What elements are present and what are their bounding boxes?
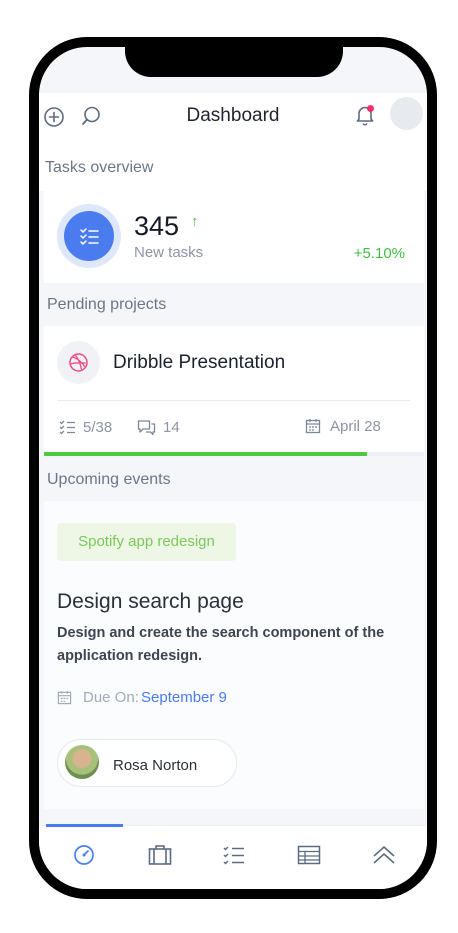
briefcase-icon[interactable]	[148, 844, 172, 866]
tasks-ratio: 5/38	[83, 419, 113, 436]
notification-badge	[367, 105, 374, 112]
project-due-date: April 28	[330, 418, 381, 435]
project-name: Dribble Presentation	[113, 352, 286, 373]
active-tab-indicator	[46, 824, 123, 827]
event-title: Design search page	[57, 590, 244, 613]
event-tag[interactable]: Spotify app redesign	[57, 523, 236, 561]
section-label-upcoming-events: Upcoming events	[47, 471, 171, 488]
chevron-up-icon[interactable]	[372, 844, 396, 866]
progress-bar	[44, 452, 367, 456]
tasks-change-percent: +5.10%	[353, 245, 405, 262]
divider	[57, 400, 410, 401]
tasks-icon[interactable]	[223, 845, 245, 865]
comments-count: 14	[163, 419, 180, 436]
checklist-icon	[64, 211, 114, 261]
comments-icon	[137, 419, 156, 436]
table-icon[interactable]	[297, 845, 321, 865]
event-description: Design and create the search component o…	[57, 625, 385, 664]
section-label-pending-projects: Pending projects	[47, 296, 167, 313]
due-date[interactable]: September 9	[141, 689, 227, 706]
task-list-icon	[59, 419, 76, 435]
project-card[interactable]	[44, 326, 424, 456]
dribbble-icon	[57, 341, 100, 384]
due-calendar-icon	[57, 690, 72, 705]
progress-track	[44, 452, 424, 456]
profile-avatar[interactable]	[390, 97, 423, 130]
new-tasks-count: 345	[134, 211, 180, 241]
assignee-name: Rosa Norton	[113, 757, 198, 774]
dashboard-icon[interactable]	[73, 844, 95, 866]
phone-notch	[125, 44, 343, 77]
section-label-tasks-overview: Tasks overview	[45, 159, 154, 176]
assignee-avatar	[65, 745, 99, 779]
due-label: Due On:	[83, 689, 139, 706]
calendar-icon	[305, 418, 321, 434]
new-tasks-caption: New tasks	[134, 244, 204, 261]
app-screen: Dashboard Tasks overview 345 ↑ New tasks…	[39, 47, 427, 889]
trend-up-icon: ↑	[191, 213, 199, 230]
